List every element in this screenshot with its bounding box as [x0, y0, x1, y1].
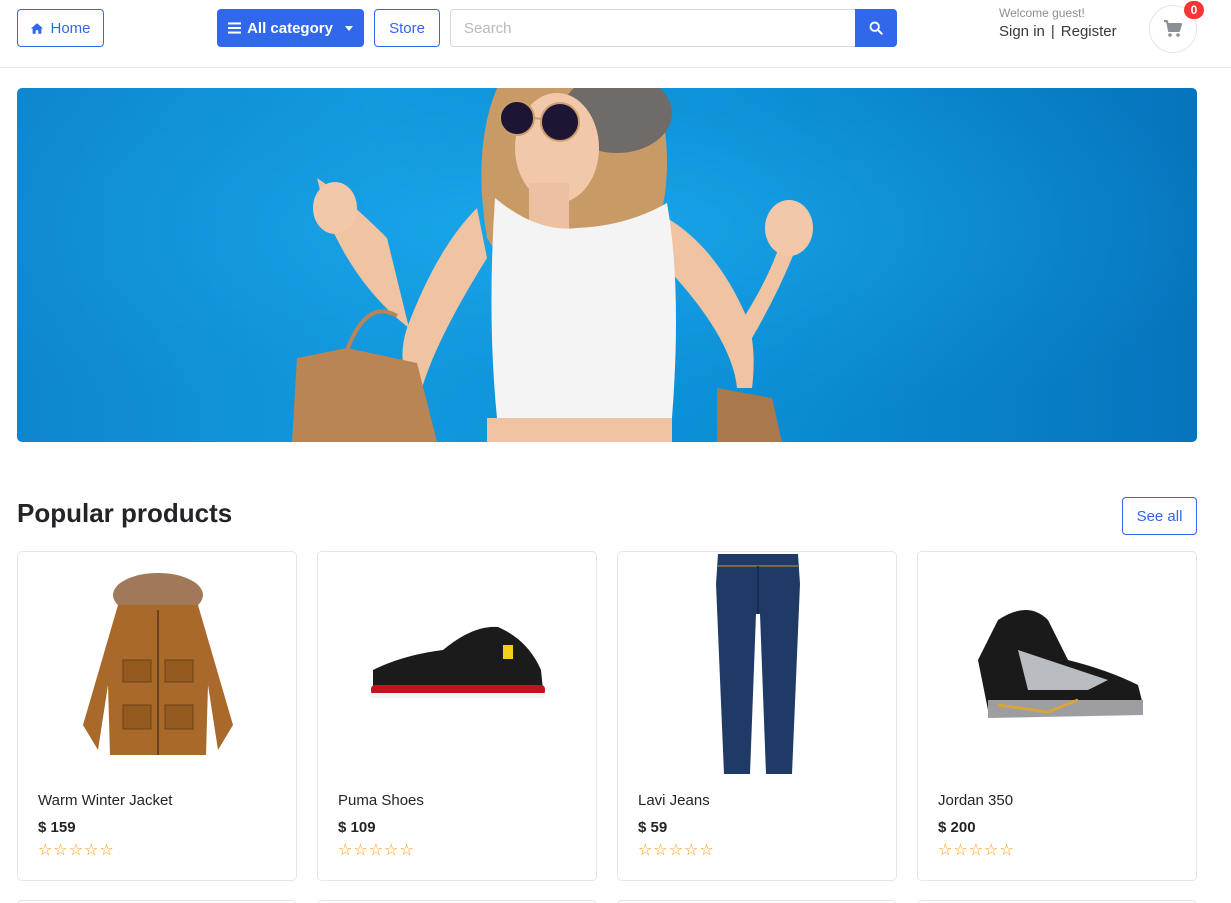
hero-image: [17, 88, 1197, 442]
product-card[interactable]: Puma Shoes $ 109 ☆☆☆☆☆: [317, 551, 597, 881]
see-all-button[interactable]: See all: [1122, 497, 1197, 535]
section-title: Popular products: [17, 498, 233, 528]
home-icon: [31, 22, 44, 34]
category-label: All category: [247, 19, 333, 37]
sneaker-image: [978, 609, 1143, 718]
product-image[interactable]: [918, 552, 1196, 777]
cart-count-badge: 0: [1184, 1, 1204, 19]
chevron-down-icon: [344, 25, 353, 31]
rating-stars: ☆☆☆☆☆: [638, 842, 715, 859]
search-input[interactable]: [450, 9, 855, 47]
bars-icon: [228, 22, 242, 34]
home-button[interactable]: Home: [17, 9, 104, 47]
auth-links: Sign in | Register: [999, 23, 1117, 40]
product-image[interactable]: [618, 552, 896, 777]
rating-stars: ☆☆☆☆☆: [38, 842, 115, 859]
product-price: $ 109: [338, 819, 376, 836]
signin-link[interactable]: Sign in: [999, 23, 1045, 40]
jeans-image: [716, 553, 800, 774]
product-price: $ 200: [938, 819, 976, 836]
rating-stars: ☆☆☆☆☆: [338, 842, 415, 859]
shopping-cart-icon: [1164, 20, 1182, 37]
all-category-dropdown[interactable]: All category: [217, 9, 364, 47]
store-label: Store: [389, 19, 425, 37]
product-card[interactable]: Warm Winter Jacket $ 159 ☆☆☆☆☆: [17, 551, 297, 881]
product-price: $ 59: [638, 819, 668, 836]
jacket-image: [83, 572, 233, 755]
see-all-label: See all: [1136, 507, 1183, 525]
product-name[interactable]: Jordan 350: [938, 792, 1013, 809]
search-button[interactable]: [855, 9, 897, 47]
product-card[interactable]: Lavi Jeans $ 59 ☆☆☆☆☆: [617, 551, 897, 881]
hero-banner: [17, 88, 1197, 442]
home-label: Home: [50, 19, 91, 37]
top-header: Home All category Store Welcome guest! S…: [0, 0, 1231, 68]
shoe-image: [371, 626, 545, 698]
search-icon: [869, 21, 883, 35]
product-price: $ 159: [38, 819, 76, 836]
search-bar: [450, 9, 897, 47]
welcome-text: Welcome guest!: [999, 6, 1085, 20]
product-image[interactable]: [318, 552, 596, 777]
product-image[interactable]: [18, 552, 296, 777]
divider: |: [1050, 23, 1055, 40]
rating-stars: ☆☆☆☆☆: [938, 842, 1015, 859]
product-name[interactable]: Puma Shoes: [338, 792, 424, 809]
product-card[interactable]: Jordan 350 $ 200 ☆☆☆☆☆: [917, 551, 1197, 881]
register-link[interactable]: Register: [1061, 23, 1117, 40]
product-name[interactable]: Warm Winter Jacket: [38, 792, 172, 809]
product-name[interactable]: Lavi Jeans: [638, 792, 710, 809]
store-button[interactable]: Store: [374, 9, 440, 47]
